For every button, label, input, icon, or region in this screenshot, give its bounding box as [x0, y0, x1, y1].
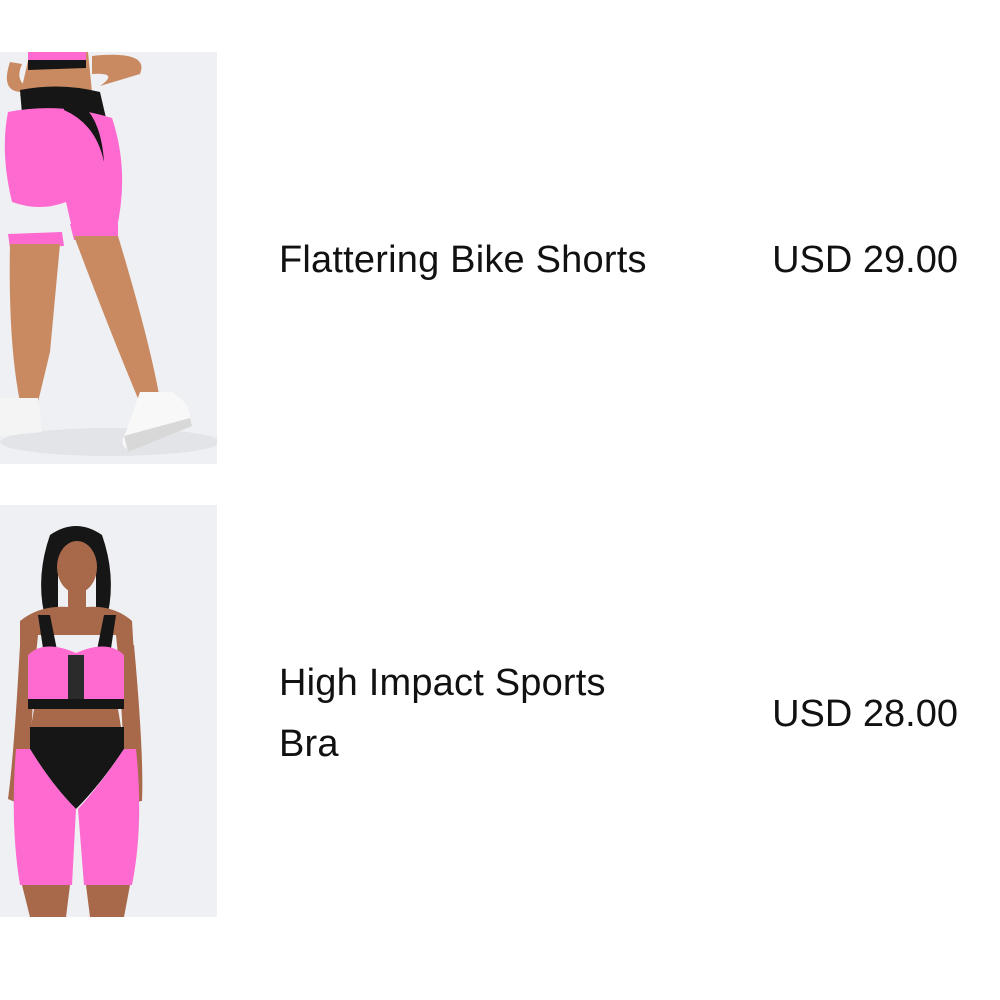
bike-shorts-photo-icon: [0, 52, 217, 464]
product-name[interactable]: Flattering Bike Shorts: [279, 230, 679, 291]
product-image-sports-bra[interactable]: [0, 505, 217, 917]
product-name[interactable]: High Impact Sports Bra: [279, 653, 659, 775]
product-price: USD 29.00: [772, 239, 958, 281]
product-row[interactable]: Flattering Bike Shorts USD 29.00: [0, 52, 1000, 464]
product-price: USD 28.00: [772, 693, 958, 735]
sports-bra-photo-icon: [0, 505, 217, 917]
product-row[interactable]: High Impact Sports Bra USD 28.00: [0, 505, 1000, 917]
product-image-bike-shorts[interactable]: [0, 52, 217, 464]
